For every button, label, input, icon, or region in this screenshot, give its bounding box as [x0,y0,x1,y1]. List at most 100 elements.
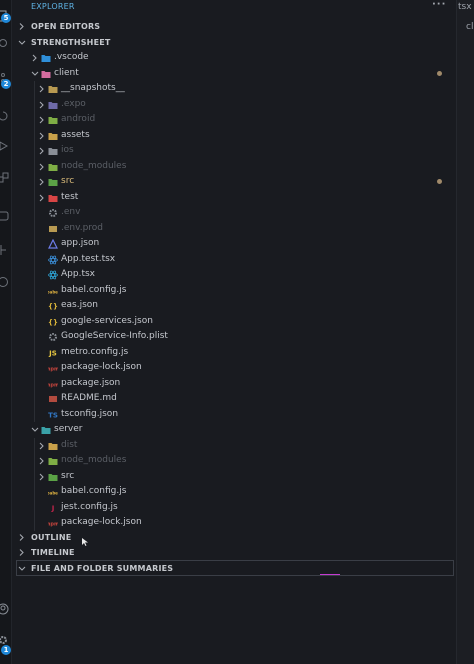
gear-icon [48,208,58,218]
open-editors-section[interactable]: OPEN EDITORS [12,19,456,34]
android-folder-icon [48,115,58,125]
tree-item-label: package.json [61,377,121,388]
tree-folder-row[interactable]: __snapshots__ [12,81,456,97]
tree-file-row[interactable]: npm package-lock.json [12,515,456,531]
project-section[interactable]: STRENGTHSHEET [12,35,456,50]
react-test-icon [48,255,58,265]
activity-bar: 5 2 1 [0,0,12,664]
tree-folder-row[interactable]: .vscode [12,50,456,66]
extensions-activity-icon[interactable] [0,172,9,184]
tree-item-label: src [61,176,75,186]
tree-folder-row[interactable]: node_modules [12,453,456,469]
chevron-right-icon[interactable] [37,190,46,206]
chevron-right-icon[interactable] [30,50,39,66]
tree-item-label: dist [61,439,78,450]
tree-item-label: server [54,424,83,434]
tree-item-label: GoogleService-Info.plist [61,331,168,341]
tree-item-label: app.json [61,238,100,248]
chevron-down-icon[interactable] [30,66,39,82]
remote-activity-icon[interactable] [0,210,9,222]
tree-file-row[interactable]: {} eas.json [12,298,456,314]
chevron-right-icon[interactable] [37,97,46,113]
terminal-icon [48,224,58,234]
tree-item-label: .env.prod [61,222,104,233]
chevron-right-icon[interactable] [37,159,46,175]
branch-activity-icon[interactable] [0,244,9,256]
tree-file-row[interactable]: npm package-lock.json [12,360,456,376]
live-share-activity-icon[interactable] [0,276,9,288]
tree-file-row[interactable]: App.tsx [12,267,456,283]
indent-guide [34,81,35,422]
tree-item-label: .vscode [54,52,89,62]
tree-item-label: google-services.json [61,315,153,326]
tree-file-row[interactable]: JS metro.config.js [12,345,456,361]
tree-item-label: client [54,67,79,78]
tree-file-row[interactable]: .env.prod [12,221,456,237]
chevron-right-icon[interactable] [37,453,46,469]
tree-file-row[interactable]: app.json [12,236,456,252]
tree-folder-row[interactable]: server [12,422,456,438]
tree-item-label: babel.config.js [61,486,127,496]
tree-file-row[interactable]: GoogleService-Info.plist [12,329,456,345]
svg-text:babel: babel [48,490,58,495]
search-activity-icon[interactable] [0,38,9,50]
svg-text:npm: npm [48,366,58,372]
file-folder-summaries-section[interactable]: FILE AND FOLDER SUMMARIES [12,561,456,576]
chevron-right-icon[interactable] [37,174,46,190]
timeline-section[interactable]: TIMELINE [12,545,456,560]
svg-text:J: J [51,504,55,512]
tree-folder-row[interactable]: dist [12,438,456,454]
editor-tab-fragment[interactable]: tsx [458,2,472,12]
json-braces-icon: {} [48,317,58,327]
node-modules-folder-icon [48,162,58,172]
tree-file-row[interactable]: babelbabel.config.js [12,283,456,299]
chevron-right-icon[interactable] [37,81,46,97]
tree-file-row[interactable]: .env [12,205,456,221]
tree-item-label: package-lock.json [61,362,142,372]
tree-folder-row[interactable]: android [12,112,456,128]
chevron-right-icon[interactable] [37,438,46,454]
svg-text:{}: {} [48,318,58,326]
tree-file-row[interactable]: README.md [12,391,456,407]
refresh-activity-icon[interactable] [0,110,9,122]
assets-folder-icon [48,131,58,141]
tree-folder-row[interactable]: test [12,190,464,214]
tree-folder-row[interactable]: assets [12,128,456,144]
tree-folder-row[interactable]: node_modules [12,159,456,175]
tree-file-row[interactable]: Jjest.config.js [12,500,456,516]
tree-file-row[interactable]: babelbabel.config.js [12,484,456,500]
ellipsis-icon[interactable]: ··· [432,0,446,12]
chevron-right-icon[interactable] [37,128,46,144]
tree-item-label: node_modules [61,160,127,171]
tree-folder-row[interactable]: src [12,174,456,190]
readme-icon [48,394,58,404]
tree-folder-row[interactable]: src [12,469,456,485]
tree-file-row[interactable]: TS tsconfig.json [12,407,456,423]
run-debug-activity-icon[interactable] [0,140,9,152]
outline-section[interactable]: OUTLINE [12,530,456,545]
npm-icon: npm [48,363,58,373]
server-folder-icon [41,425,51,435]
tree-item-label: babel.config.js [61,284,127,295]
chevron-down-icon [17,561,27,576]
tree-item-label: android [61,114,96,124]
tree-folder-row[interactable]: ios [12,143,456,159]
chevron-down-icon[interactable] [30,422,39,438]
svg-text:npm: npm [48,382,58,388]
react-icon [48,270,58,280]
chevron-right-icon[interactable] [37,143,46,159]
tree-file-row[interactable]: App.test.tsx [12,252,456,268]
tree-folder-row[interactable]: client [12,66,456,82]
chevron-right-icon[interactable] [37,112,46,128]
tree-folder-row[interactable]: .expo [12,97,456,113]
tree-file-row[interactable]: {} google-services.json [12,314,456,330]
gear-icon [48,332,58,342]
editor-area-edge: tsx cli [456,0,474,664]
chevron-right-icon[interactable] [37,469,46,485]
account-icon[interactable] [0,603,9,615]
source-control-badge: 2 [1,79,11,89]
tree-item-label: jest.config.js [61,501,118,512]
tree-file-row[interactable]: npm package.json [12,376,456,392]
section-label: TIMELINE [31,548,75,557]
tree-item-label: node_modules [61,455,127,465]
